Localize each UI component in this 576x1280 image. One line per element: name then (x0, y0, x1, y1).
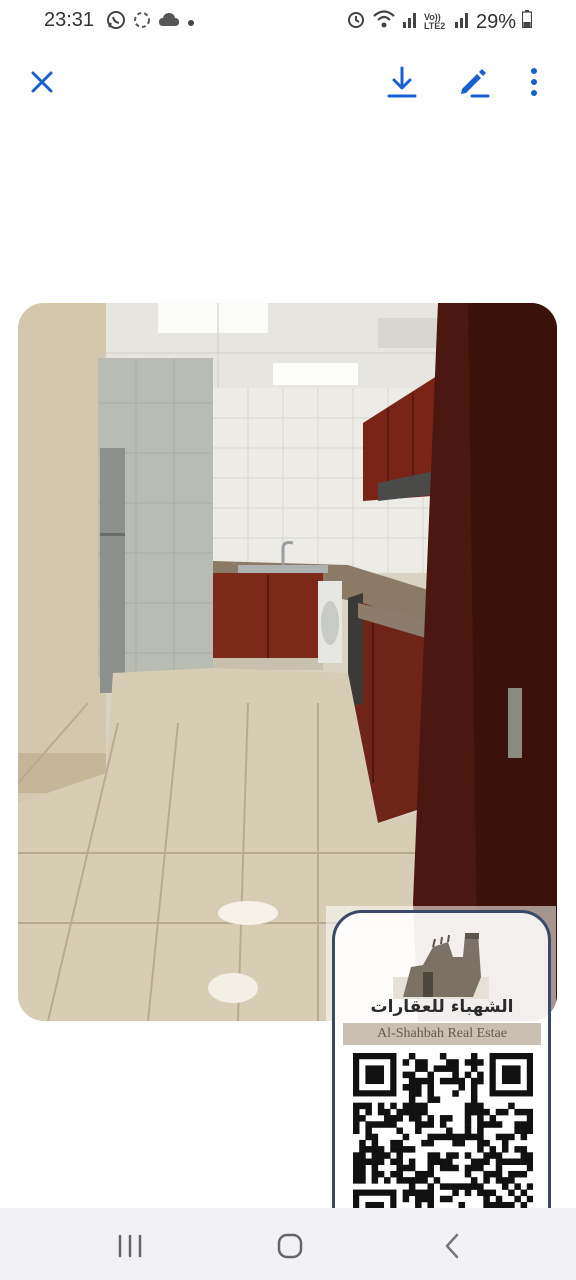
back-button[interactable] (432, 1226, 472, 1266)
download-button[interactable] (382, 62, 422, 102)
home-icon (277, 1233, 303, 1259)
lte-icon: Vo)) LTE2 (423, 12, 446, 31)
battery-percent: 29% (475, 10, 516, 33)
wifi-icon (372, 9, 396, 35)
close-icon (31, 71, 53, 93)
status-right-icons: Vo)) LTE2 29% (346, 9, 533, 35)
cloud-icon (158, 12, 180, 34)
status-bar: 23:31 Vo)) LTE2 29% (0, 0, 576, 44)
viewer-toolbar (0, 52, 576, 112)
watermark-overlay: الشهباء للعقارات Al-Shahbah Real Estae (326, 906, 556, 1256)
dot-icon (186, 12, 196, 34)
qr-code (353, 1053, 533, 1233)
more-vert-icon (531, 68, 537, 96)
download-icon (387, 66, 417, 98)
recent-apps-button[interactable] (110, 1226, 150, 1266)
edit-icon (461, 69, 490, 98)
battery-icon (521, 10, 533, 34)
sync-icon (132, 10, 152, 36)
whatsapp-icon (106, 10, 126, 36)
more-options-button[interactable] (514, 62, 554, 102)
home-button[interactable] (270, 1226, 310, 1266)
watermark-english-text: Al-Shahbah Real Estae (343, 1023, 541, 1045)
status-time: 23:31 (44, 9, 95, 31)
back-icon (445, 1233, 459, 1259)
recent-apps-icon (118, 1234, 142, 1258)
close-button[interactable] (22, 62, 62, 102)
signal-icon (454, 10, 470, 34)
navigation-bar (0, 1208, 576, 1280)
alarm-icon (346, 9, 366, 35)
signal-icon (402, 10, 418, 34)
watermark-frame: الشهباء للعقارات Al-Shahbah Real Estae (332, 910, 551, 1256)
watermark-arabic-text: الشهباء للعقارات (370, 997, 514, 1017)
status-left-icons (106, 10, 196, 36)
edit-button[interactable] (453, 62, 493, 102)
castle-logo-icon (393, 933, 489, 999)
